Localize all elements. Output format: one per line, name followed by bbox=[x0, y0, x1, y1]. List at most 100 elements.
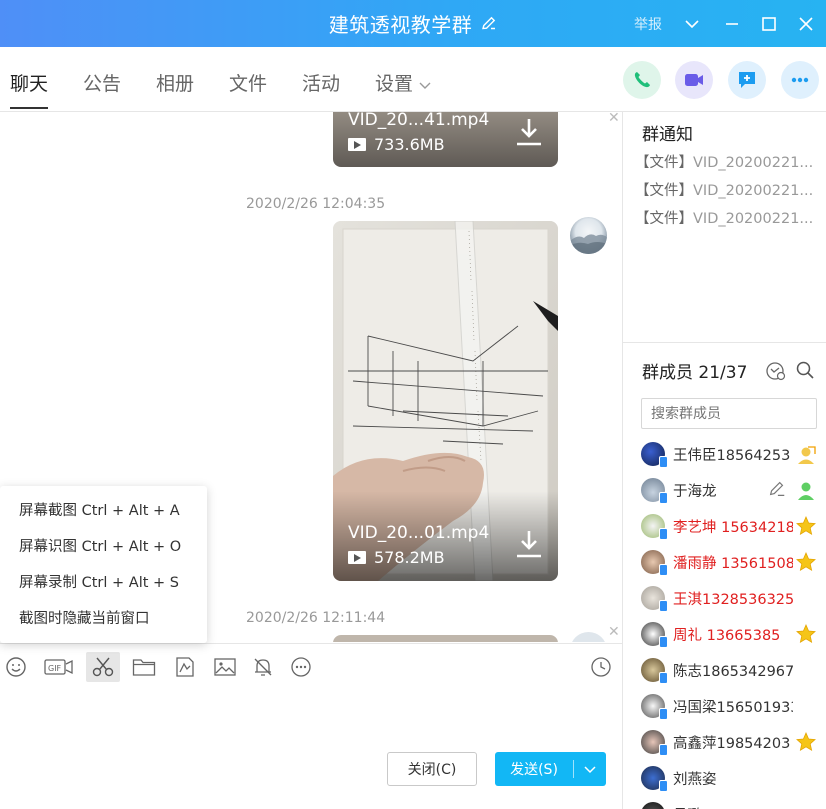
tab-bar: 聊天 公告 相册 文件 活动 设置 bbox=[0, 47, 826, 112]
member-avatar bbox=[641, 514, 668, 540]
member-item[interactable]: 陈志18653429671 bbox=[641, 653, 826, 687]
download-icon[interactable] bbox=[514, 116, 544, 148]
video-call-button[interactable] bbox=[675, 61, 713, 99]
sender-avatar[interactable] bbox=[570, 217, 607, 254]
menu-item-hide-window[interactable]: 截图时隐藏当前窗口 bbox=[0, 605, 207, 641]
invite-member-icon[interactable] bbox=[765, 360, 787, 386]
close-window-icon[interactable] bbox=[794, 12, 818, 36]
tab-activity[interactable]: 活动 bbox=[302, 69, 340, 109]
member-avatar bbox=[641, 694, 668, 720]
voice-call-button[interactable] bbox=[623, 61, 661, 99]
member-item[interactable]: 周礼 13665385 bbox=[641, 617, 826, 651]
member-name: 吕璐17554239667 bbox=[673, 804, 793, 809]
tab-files[interactable]: 文件 bbox=[229, 69, 267, 109]
menu-item-screenshot[interactable]: 屏幕截图 Ctrl + Alt + A bbox=[0, 497, 207, 533]
star-icon bbox=[795, 731, 817, 753]
member-avatar bbox=[641, 586, 668, 612]
mobile-online-icon bbox=[659, 456, 668, 468]
member-name: 陈志18653429671 bbox=[673, 663, 793, 680]
panel-divider bbox=[623, 342, 826, 343]
history-icon[interactable] bbox=[584, 652, 618, 682]
group-side-panel: 群通知 【文件】VID_20200221... 【文件】VID_20200221… bbox=[622, 112, 826, 809]
mobile-online-icon bbox=[659, 744, 668, 756]
mobile-online-icon bbox=[659, 492, 668, 504]
member-name: 王淇13285363252 bbox=[673, 591, 793, 608]
tab-announcement[interactable]: 公告 bbox=[83, 69, 121, 109]
close-icon[interactable]: ✕ bbox=[608, 624, 620, 640]
maximize-icon[interactable] bbox=[757, 12, 781, 36]
send-label: 发送(S) bbox=[510, 762, 558, 778]
video-message[interactable]: VID_20...01.mp4 578.2MB bbox=[333, 221, 558, 581]
close-button[interactable]: 关闭(C) bbox=[387, 752, 477, 786]
member-name: 李艺坤 15634218 bbox=[673, 519, 793, 536]
more-options-button[interactable] bbox=[781, 61, 819, 99]
edit-title-icon[interactable] bbox=[480, 15, 497, 32]
edit-icon[interactable] bbox=[767, 479, 789, 501]
video-size: 578.2MB bbox=[348, 548, 445, 567]
member-item[interactable]: 吕璐17554239667 bbox=[641, 797, 826, 809]
sender-avatar[interactable] bbox=[570, 632, 607, 642]
new-message-button[interactable] bbox=[728, 61, 766, 99]
member-item[interactable]: 刘燕姿 bbox=[641, 761, 826, 795]
member-item[interactable]: 李艺坤 15634218 bbox=[641, 509, 826, 543]
more-icon[interactable] bbox=[284, 652, 318, 682]
video-play-icon bbox=[348, 551, 366, 564]
star-icon bbox=[795, 515, 817, 537]
mobile-online-icon bbox=[659, 600, 668, 612]
menu-item-screen-ocr[interactable]: 屏幕识图 Ctrl + Alt + O bbox=[0, 533, 207, 569]
mobile-online-icon bbox=[659, 528, 668, 540]
member-avatar bbox=[641, 766, 668, 792]
chevron-down-icon[interactable] bbox=[574, 763, 606, 775]
chevron-down-icon[interactable] bbox=[680, 12, 704, 36]
screenshot-menu: 屏幕截图 Ctrl + Alt + A 屏幕识图 Ctrl + Alt + O … bbox=[0, 486, 207, 643]
video-message[interactable]: VID_20...41.mp4 733.6MB bbox=[333, 112, 558, 167]
video-size: 733.6MB bbox=[348, 135, 445, 154]
video-message[interactable] bbox=[333, 635, 558, 642]
input-toolbar: GIF bbox=[0, 643, 622, 689]
member-item[interactable]: 王伟臣18564253 bbox=[641, 437, 826, 471]
member-item[interactable]: 冯国梁15650193395 bbox=[641, 689, 826, 723]
title-bar: 建筑透视教学群 举报 bbox=[0, 0, 826, 47]
member-item[interactable]: 王淇13285363252 bbox=[641, 581, 826, 615]
close-icon[interactable]: ✕ bbox=[608, 112, 620, 126]
send-button[interactable]: 发送(S) bbox=[495, 752, 606, 786]
mobile-online-icon bbox=[659, 672, 668, 684]
tab-chat[interactable]: 聊天 bbox=[10, 69, 49, 109]
doc-icon[interactable] bbox=[168, 652, 202, 682]
report-link[interactable]: 举报 bbox=[634, 0, 662, 47]
folder-icon[interactable] bbox=[127, 652, 161, 682]
notice-item[interactable]: 【文件】VID_20200221... bbox=[635, 151, 823, 172]
member-item[interactable]: 潘雨静 13561508 bbox=[641, 545, 826, 579]
notice-item[interactable]: 【文件】VID_20200221... bbox=[635, 207, 823, 228]
download-icon[interactable] bbox=[514, 528, 544, 560]
emoji-icon[interactable] bbox=[0, 652, 33, 682]
member-search-input[interactable] bbox=[641, 398, 817, 429]
add-chat-icon bbox=[739, 72, 755, 88]
bell-icon[interactable] bbox=[246, 652, 280, 682]
notice-item[interactable]: 【文件】VID_20200221... bbox=[635, 179, 823, 200]
message-input[interactable]: 关闭(C) 发送(S) bbox=[0, 689, 622, 804]
tab-album[interactable]: 相册 bbox=[156, 69, 194, 109]
member-avatar bbox=[641, 478, 668, 504]
window-title: 建筑透视教学群 bbox=[328, 13, 473, 37]
member-name: 潘雨静 13561508 bbox=[673, 555, 793, 572]
member-item[interactable]: 于海龙 bbox=[641, 473, 826, 507]
image-icon[interactable] bbox=[208, 652, 242, 682]
member-name: 高鑫萍19854203 bbox=[673, 735, 791, 752]
member-item[interactable]: 高鑫萍19854203 bbox=[641, 725, 826, 759]
member-avatar bbox=[641, 550, 668, 576]
tab-settings[interactable]: 设置 bbox=[375, 69, 431, 109]
minimize-icon[interactable] bbox=[720, 12, 744, 36]
mobile-online-icon bbox=[659, 708, 668, 720]
message-timestamp: 2020/2/26 12:04:35 bbox=[246, 196, 386, 212]
scissors-icon[interactable] bbox=[86, 652, 120, 682]
chevron-down-icon bbox=[419, 74, 431, 96]
member-name: 王伟臣18564253 bbox=[673, 447, 791, 464]
search-icon[interactable] bbox=[795, 360, 815, 384]
video-camera-icon bbox=[685, 74, 703, 86]
gif-icon[interactable]: GIF bbox=[42, 652, 76, 682]
video-filename: VID_20...41.mp4 bbox=[348, 112, 490, 130]
star-icon bbox=[795, 623, 817, 645]
members-title: 群成员 21/37 bbox=[642, 363, 748, 383]
menu-item-screen-record[interactable]: 屏幕录制 Ctrl + Alt + S bbox=[0, 569, 207, 605]
